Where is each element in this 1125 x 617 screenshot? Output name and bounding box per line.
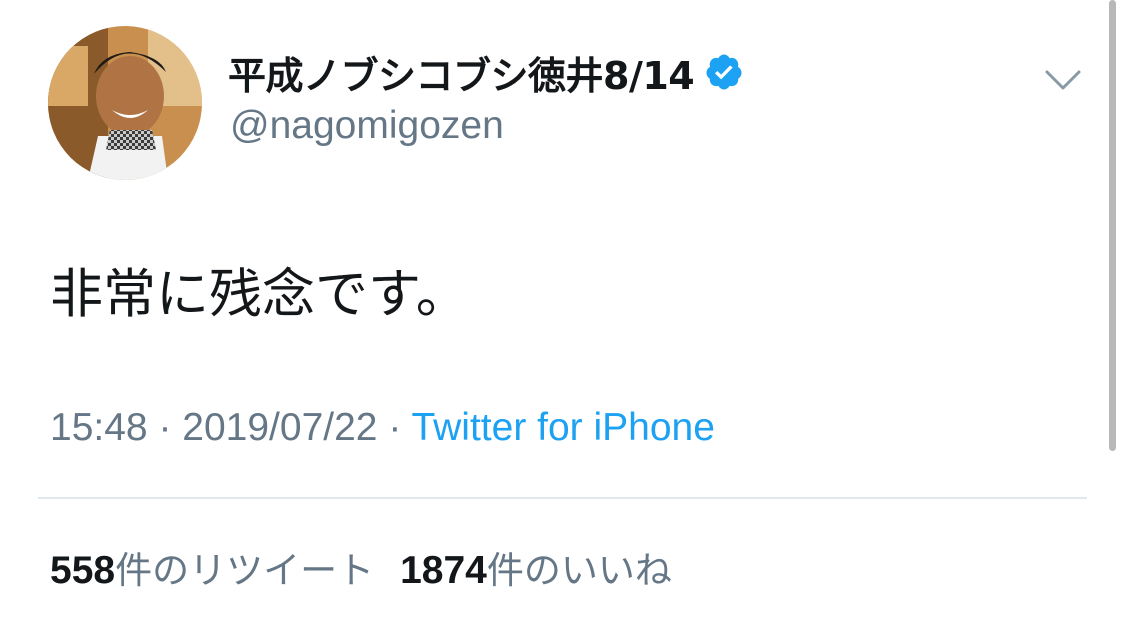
profile-photo	[48, 26, 202, 180]
likes-label: 件のいいね	[486, 549, 672, 592]
tweet-date: 2019/07/22	[182, 406, 378, 449]
divider	[38, 497, 1087, 499]
tweet-time: 15:48	[50, 406, 148, 449]
meta-separator: ·	[147, 406, 183, 449]
verified-badge-icon	[704, 52, 744, 92]
tweet-meta: 15:48 · 2019/07/22 · Twitter for iPhone	[50, 406, 715, 450]
meta-separator: ·	[377, 406, 412, 449]
retweets-label: 件のリツイート	[115, 549, 375, 592]
tweet-detail: 平成ノブシコブシ徳井8/14 @nagomigozen 非常に残念です。 15:…	[0, 0, 1125, 617]
likes-count: 1874	[400, 549, 487, 592]
user-handle[interactable]: @nagomigozen	[230, 104, 504, 148]
avatar[interactable]	[48, 26, 202, 180]
tweet-stats: 558件のリツイート 1874件のいいね	[50, 540, 672, 594]
display-name[interactable]: 平成ノブシコブシ徳井8/14	[228, 45, 695, 100]
tweet-text: 非常に残念です。	[50, 264, 469, 325]
tweet-source-link[interactable]: Twitter for iPhone	[411, 406, 714, 449]
scrollbar[interactable]	[1109, 0, 1116, 451]
author-name-row[interactable]: 平成ノブシコブシ徳井8/14	[228, 44, 744, 100]
chevron-down-icon[interactable]	[1043, 66, 1083, 94]
likes-stat[interactable]: 1874件のいいね	[400, 549, 672, 592]
retweets-stat[interactable]: 558件のリツイート	[50, 549, 374, 592]
retweets-count: 558	[50, 549, 116, 592]
